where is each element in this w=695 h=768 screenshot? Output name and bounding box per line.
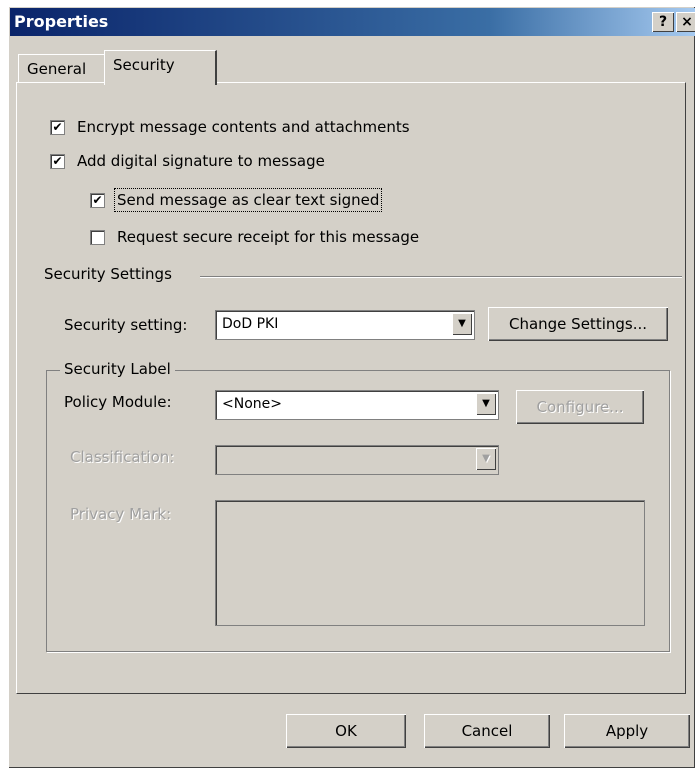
encrypt-label: Encrypt message contents and attachments bbox=[77, 118, 410, 136]
digital-signature-label: Add digital signature to message bbox=[77, 152, 325, 170]
classification-select: ▼ bbox=[215, 445, 499, 475]
security-settings-heading: Security Settings bbox=[44, 265, 172, 283]
encrypt-checkbox[interactable]: ✔ bbox=[50, 119, 65, 135]
configure-button: Configure... bbox=[516, 390, 644, 424]
privacy-mark-textarea bbox=[215, 500, 645, 626]
cancel-button[interactable]: Cancel bbox=[424, 714, 550, 748]
privacy-mark-label: Privacy Mark: bbox=[70, 505, 172, 523]
change-settings-button[interactable]: Change Settings... bbox=[488, 307, 668, 341]
ok-button[interactable]: OK bbox=[286, 714, 406, 748]
policy-module-label: Policy Module: bbox=[64, 393, 172, 411]
encrypt-checkbox-row[interactable]: ✔ Encrypt message contents and attachmen… bbox=[50, 118, 410, 136]
clear-text-checkbox-row[interactable]: ✔ Send message as clear text signed bbox=[90, 188, 383, 212]
help-button[interactable]: ? bbox=[652, 12, 674, 32]
digital-signature-checkbox-row[interactable]: ✔ Add digital signature to message bbox=[50, 152, 325, 170]
classification-label: Classification: bbox=[70, 448, 175, 466]
clear-text-label: Send message as clear text signed bbox=[113, 188, 383, 212]
security-label-heading: Security Label bbox=[60, 360, 175, 378]
chevron-down-icon[interactable]: ▼ bbox=[476, 393, 496, 415]
secure-receipt-checkbox-row[interactable]: Request secure receipt for this message bbox=[90, 228, 419, 246]
close-button[interactable]: × bbox=[676, 12, 695, 32]
policy-module-select[interactable]: <None> ▼ bbox=[215, 390, 499, 420]
security-setting-label: Security setting: bbox=[64, 316, 188, 334]
security-setting-select[interactable]: DoD PKI ▼ bbox=[215, 310, 475, 340]
chevron-down-icon[interactable]: ▼ bbox=[452, 313, 472, 335]
security-setting-value: DoD PKI bbox=[222, 316, 279, 332]
apply-button[interactable]: Apply bbox=[564, 714, 690, 748]
title-bar: Properties ? × bbox=[10, 8, 695, 36]
tab-security[interactable]: Security bbox=[104, 50, 217, 85]
chevron-down-icon: ▼ bbox=[476, 448, 496, 470]
secure-receipt-label: Request secure receipt for this message bbox=[117, 228, 420, 246]
digital-signature-checkbox[interactable]: ✔ bbox=[50, 153, 65, 169]
secure-receipt-checkbox[interactable] bbox=[90, 229, 105, 245]
security-settings-divider bbox=[200, 276, 682, 278]
window-title: Properties bbox=[14, 12, 109, 31]
policy-module-value: <None> bbox=[222, 396, 282, 412]
clear-text-checkbox[interactable]: ✔ bbox=[90, 192, 105, 208]
